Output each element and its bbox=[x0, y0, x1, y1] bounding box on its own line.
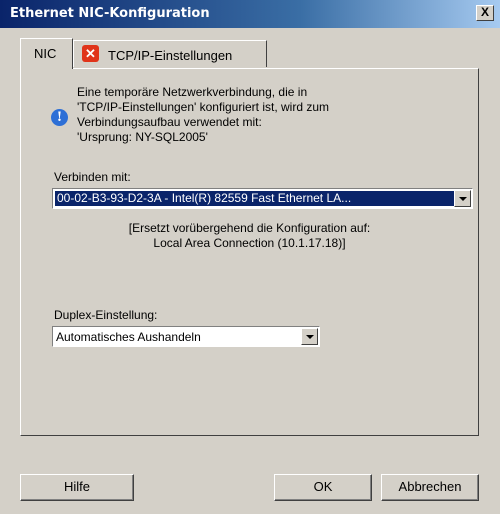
replace-config-note: [Ersetzt vorübergehend die Konfiguration… bbox=[21, 221, 478, 251]
note-line-1: [Ersetzt vorübergehend die Konfiguration… bbox=[128, 221, 371, 235]
connect-with-label: Verbinden mit: bbox=[54, 170, 131, 184]
chevron-down-icon[interactable] bbox=[301, 328, 318, 345]
window-title: Ethernet NIC-Konfiguration bbox=[10, 6, 210, 21]
tab-tcpip-settings[interactable]: ✕ TCP/IP-Einstellungen bbox=[73, 40, 267, 67]
tab-nic[interactable]: NIC bbox=[20, 38, 73, 69]
info-line: 'Ursprung: NY-SQL2005' bbox=[77, 130, 208, 144]
chevron-down-icon[interactable] bbox=[454, 190, 471, 207]
info-icon: ! bbox=[51, 109, 68, 126]
help-button[interactable]: Hilfe bbox=[20, 474, 134, 501]
adapter-select[interactable]: 00-02-B3-93-D2-3A - Intel(R) 82559 Fast … bbox=[52, 188, 473, 209]
info-line: 'TCP/IP-Einstellungen' konfiguriert ist,… bbox=[77, 100, 330, 114]
close-button[interactable]: X bbox=[476, 5, 494, 21]
tab-nic-label: NIC bbox=[34, 46, 57, 61]
info-line: Eine temporäre Netzwerkverbindung, die i… bbox=[77, 85, 308, 99]
info-line: Verbindungsaufbau verwendet mit: bbox=[77, 115, 262, 129]
duplex-select[interactable]: Automatisches Aushandeln bbox=[52, 326, 320, 347]
info-message: Eine temporäre Netzwerkverbindung, die i… bbox=[77, 85, 377, 145]
tab-panel-nic: ! Eine temporäre Netzwerkverbindung, die… bbox=[20, 68, 479, 436]
ok-button[interactable]: OK bbox=[274, 474, 372, 501]
duplex-label: Duplex-Einstellung: bbox=[54, 308, 158, 322]
cancel-button[interactable]: Abbrechen bbox=[381, 474, 479, 501]
tab-tcpip-label: TCP/IP-Einstellungen bbox=[108, 48, 233, 63]
duplex-select-value: Automatisches Aushandeln bbox=[56, 330, 201, 344]
note-line-2: Local Area Connection (10.1.17.18)] bbox=[153, 236, 346, 250]
title-bar: Ethernet NIC-Konfiguration X bbox=[0, 0, 500, 28]
dialog-window: Ethernet NIC-Konfiguration X NIC ✕ TCP/I… bbox=[0, 0, 500, 514]
error-icon: ✕ bbox=[82, 45, 99, 62]
adapter-select-value: 00-02-B3-93-D2-3A - Intel(R) 82559 Fast … bbox=[55, 191, 457, 206]
